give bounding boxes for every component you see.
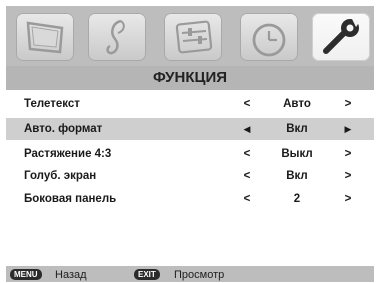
menu-row-stretch-4-3[interactable]: Растяжение 4:3 < Выкл > xyxy=(6,143,374,165)
right-arrow-icon[interactable]: > xyxy=(342,165,354,187)
left-arrow-icon[interactable]: < xyxy=(241,165,253,187)
menu-key-badge[interactable]: MENU xyxy=(10,269,42,280)
menu-row-teletext[interactable]: Телетекст < Авто > xyxy=(6,93,374,115)
view-hint-text: Просмотр xyxy=(174,269,225,281)
equalizer-icon xyxy=(175,20,213,54)
category-tab-bar xyxy=(6,6,374,66)
menu-item-label: Растяжение 4:3 xyxy=(24,148,112,160)
right-arrow-icon[interactable]: ▶ xyxy=(342,118,354,140)
tab-picture[interactable] xyxy=(16,13,74,61)
menu-item-value: Вкл xyxy=(286,123,308,135)
tab-function[interactable] xyxy=(312,13,370,61)
page-title: ФУНКЦИЯ xyxy=(6,66,374,90)
wrench-icon xyxy=(323,19,360,54)
music-note-icon xyxy=(106,19,125,55)
left-arrow-icon[interactable]: < xyxy=(241,188,253,210)
menu-row-auto-format[interactable]: Авто. формат ◀ Вкл ▶ xyxy=(6,118,374,140)
menu-item-label: Телетекст xyxy=(24,98,80,110)
tab-timer[interactable] xyxy=(240,13,298,61)
left-arrow-icon[interactable]: ◀ xyxy=(241,118,253,140)
tab-sound[interactable] xyxy=(88,13,146,61)
back-hint-text: Назад xyxy=(55,269,87,281)
left-arrow-icon[interactable]: < xyxy=(241,93,253,115)
left-arrow-icon[interactable]: < xyxy=(241,143,253,165)
menu-item-value: Авто xyxy=(283,98,311,110)
right-arrow-icon[interactable]: > xyxy=(342,93,354,115)
menu-row-blue-screen[interactable]: Голуб. экран < Вкл > xyxy=(6,165,374,187)
menu-item-label: Голуб. экран xyxy=(24,170,97,182)
menu-row-side-panel[interactable]: Боковая панель < 2 > xyxy=(6,188,374,210)
right-arrow-icon[interactable]: > xyxy=(342,143,354,165)
clock-icon xyxy=(252,23,286,57)
menu-item-label: Боковая панель xyxy=(24,193,117,205)
tab-settings[interactable] xyxy=(164,13,222,61)
exit-key-badge[interactable]: EXIT xyxy=(134,269,160,280)
menu-item-value: Выкл xyxy=(281,148,313,160)
menu-item-value: 2 xyxy=(293,193,301,205)
menu-item-value: Вкл xyxy=(286,170,308,182)
tv-icon xyxy=(26,21,64,54)
footer-hint-bar: MENU Назад EXIT Просмотр xyxy=(6,266,374,282)
right-arrow-icon[interactable]: > xyxy=(342,188,354,210)
menu-item-label: Авто. формат xyxy=(24,123,103,135)
